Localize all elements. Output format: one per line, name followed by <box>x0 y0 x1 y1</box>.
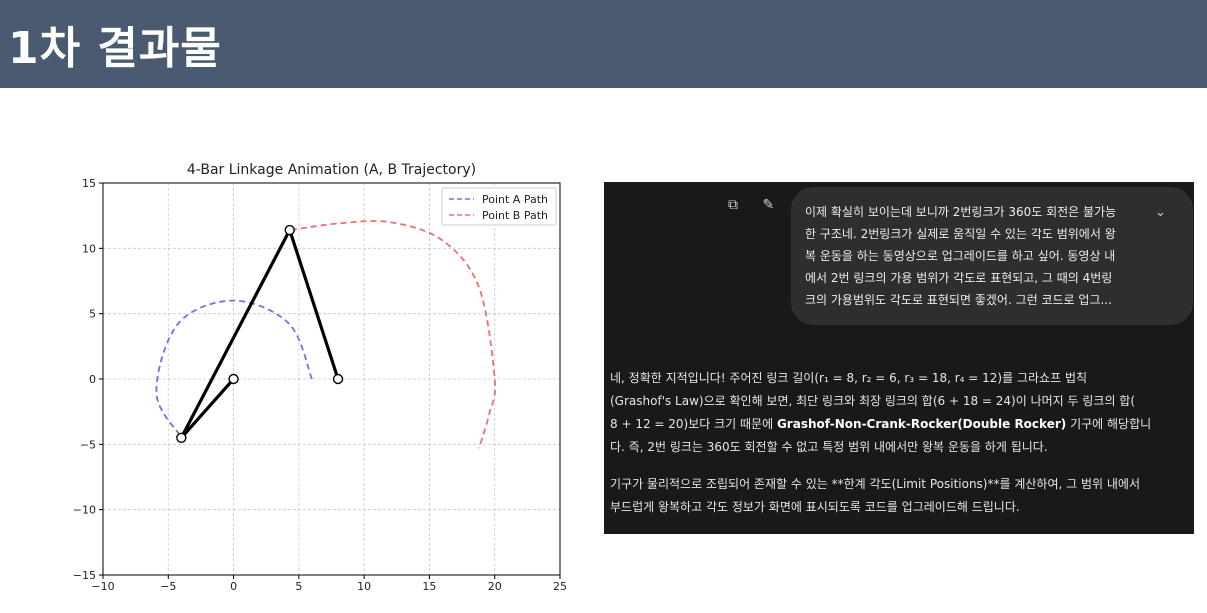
assistant-text: 기구에 해당합니 <box>1066 417 1152 431</box>
user-message-line: 이제 확실히 보이는데 보니까 2번링크가 360도 회전은 불가능 <box>805 205 1117 219</box>
point-a-path <box>155 299 313 439</box>
linkage-joint <box>176 432 187 443</box>
message-actions: ⧉ ✎ <box>728 197 794 213</box>
linkage-joint <box>228 373 239 385</box>
legend-label-b: Point B Path <box>482 209 548 222</box>
y-tick-label: 10 <box>82 242 96 255</box>
point-b-path <box>290 220 496 449</box>
user-message-text: 이제 확실히 보이는데 보니까 2번링크가 360도 회전은 불가능 한 구조네… <box>805 201 1150 311</box>
slide-title: 1차 결과물 <box>8 23 222 74</box>
user-message-line: 한 구조네. 2번링크가 실제로 움직일 수 있는 각도 범위에서 왕 <box>805 227 1116 241</box>
y-tick-label: −5 <box>80 438 96 451</box>
assistant-paragraph-1: 네, 정확한 지적입니다! 주어진 링크 길이(r₁ = 8, r₂ = 6, … <box>610 367 1182 459</box>
linkage-bar <box>288 229 340 380</box>
assistant-line: 8 + 12 = 20)보다 크기 때문에 Grashof-Non-Crank-… <box>610 413 1182 436</box>
user-message-line: 크의 가용범위도 각도로 표현되면 좋겠어. 그런 코드로 업그... <box>805 293 1112 307</box>
x-tick-label: 10 <box>357 580 371 593</box>
chart-svg: −10 −5 0 5 10 15 20 25−15−10−5051015 4-Bar Link… <box>73 162 567 593</box>
edit-icon[interactable]: ✎ <box>762 197 774 213</box>
chart-legend: Point A Path Point B Path <box>441 187 557 226</box>
assistant-paragraph-2: 기구가 물리적으로 조립되어 존재할 수 있는 **한계 각도(Limit Po… <box>610 473 1182 519</box>
y-tick-label: 0 <box>89 373 96 386</box>
assistant-line: 네, 정확한 지적입니다! 주어진 링크 길이(r₁ = 8, r₂ = 6, … <box>610 371 1088 385</box>
x-tick-label: 15 <box>422 580 436 593</box>
copy-icon[interactable]: ⧉ <box>728 197 738 213</box>
title-banner: 1차 결과물 <box>0 0 1207 88</box>
linkage-joint <box>332 373 344 385</box>
linkage-bar <box>179 229 292 439</box>
y-tick-label: 15 <box>82 177 96 190</box>
user-message-bubble: 이제 확실히 보이는데 보니까 2번링크가 360도 회전은 불가능 한 구조네… <box>791 187 1193 325</box>
x-tick-label: 20 <box>488 580 502 593</box>
x-tick-label: 5 <box>295 580 302 593</box>
legend-label-a: Point A Path <box>482 193 548 206</box>
assistant-line: 다. 즉, 2번 링크는 360도 회전할 수 없고 특정 범위 내에서만 왕복… <box>610 440 1048 454</box>
linkage-chart: −10 −5 0 5 10 15 20 25 −15 −10 −5 0 5 10 15 4-Bar Link… <box>55 152 575 607</box>
chart-title: 4-Bar Linkage Animation (A, B Trajectory… <box>187 162 476 178</box>
user-message-line: 에서 2번 링크의 가용 범위가 각도로 표현되고, 그 때의 4번링 <box>805 271 1113 285</box>
assistant-bold-text: Grashof-Non-Crank-Rocker(Double Rocker) <box>776 417 1067 431</box>
user-message-line: 복 운동을 하는 동영상으로 업그레이드를 하고 싶어. 동영상 내 <box>805 249 1116 263</box>
assistant-line: 부드럽게 왕복하고 각도 정보가 화면에 표시되도록 코드를 업그레이드해 드립… <box>610 500 1020 514</box>
linkage-joint <box>284 224 295 236</box>
x-tick-label: −5 <box>160 580 176 593</box>
x-tick-label: 0 <box>230 580 237 593</box>
assistant-line: 기구가 물리적으로 조립되어 존재할 수 있는 **한계 각도(Limit Po… <box>610 477 1140 491</box>
y-tick-label: −10 <box>73 504 96 517</box>
assistant-line: (Grashof's Law)으로 확인해 보면, 최단 링크와 최장 링크의 … <box>610 394 1136 408</box>
plot-frame <box>102 182 561 576</box>
y-tick-label: −15 <box>73 569 96 582</box>
y-tick-label: 5 <box>89 308 96 321</box>
x-tick-label: 25 <box>553 580 567 593</box>
chat-panel: ⧉ ✎ 이제 확실히 보이는데 보니까 2번링크가 360도 회전은 불가능 한… <box>604 182 1194 534</box>
assistant-text: 8 + 12 = 20)보다 크기 때문에 <box>610 417 777 431</box>
chevron-down-icon[interactable]: ⌄ <box>1155 205 1166 220</box>
